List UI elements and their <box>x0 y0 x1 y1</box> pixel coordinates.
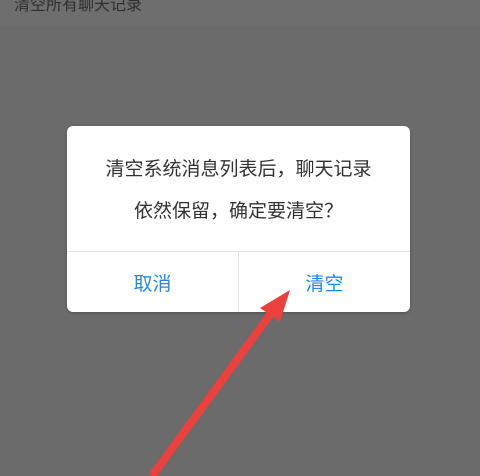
cancel-button[interactable]: 取消 <box>67 252 239 312</box>
annotation-arrow-shaft <box>148 309 276 476</box>
dialog-message-line-2: 依然保留，确定要清空？ <box>133 200 343 222</box>
dialog-message-line-1: 清空系统消息列表后，聊天记录 <box>105 158 372 180</box>
confirm-button[interactable]: 清空 <box>239 252 410 312</box>
dialog-message: 清空系统消息列表后，聊天记录 依然保留，确定要清空？ <box>67 148 410 232</box>
clear-all-chats-label: 清空所有聊天记录 <box>14 0 143 14</box>
confirm-clear-dialog: 清空系统消息列表后，聊天记录 依然保留，确定要清空？ 取消 清空 <box>67 126 410 312</box>
background-list-row: 清空所有聊天记录 <box>0 0 480 26</box>
dialog-button-row: 取消 清空 <box>67 251 410 312</box>
